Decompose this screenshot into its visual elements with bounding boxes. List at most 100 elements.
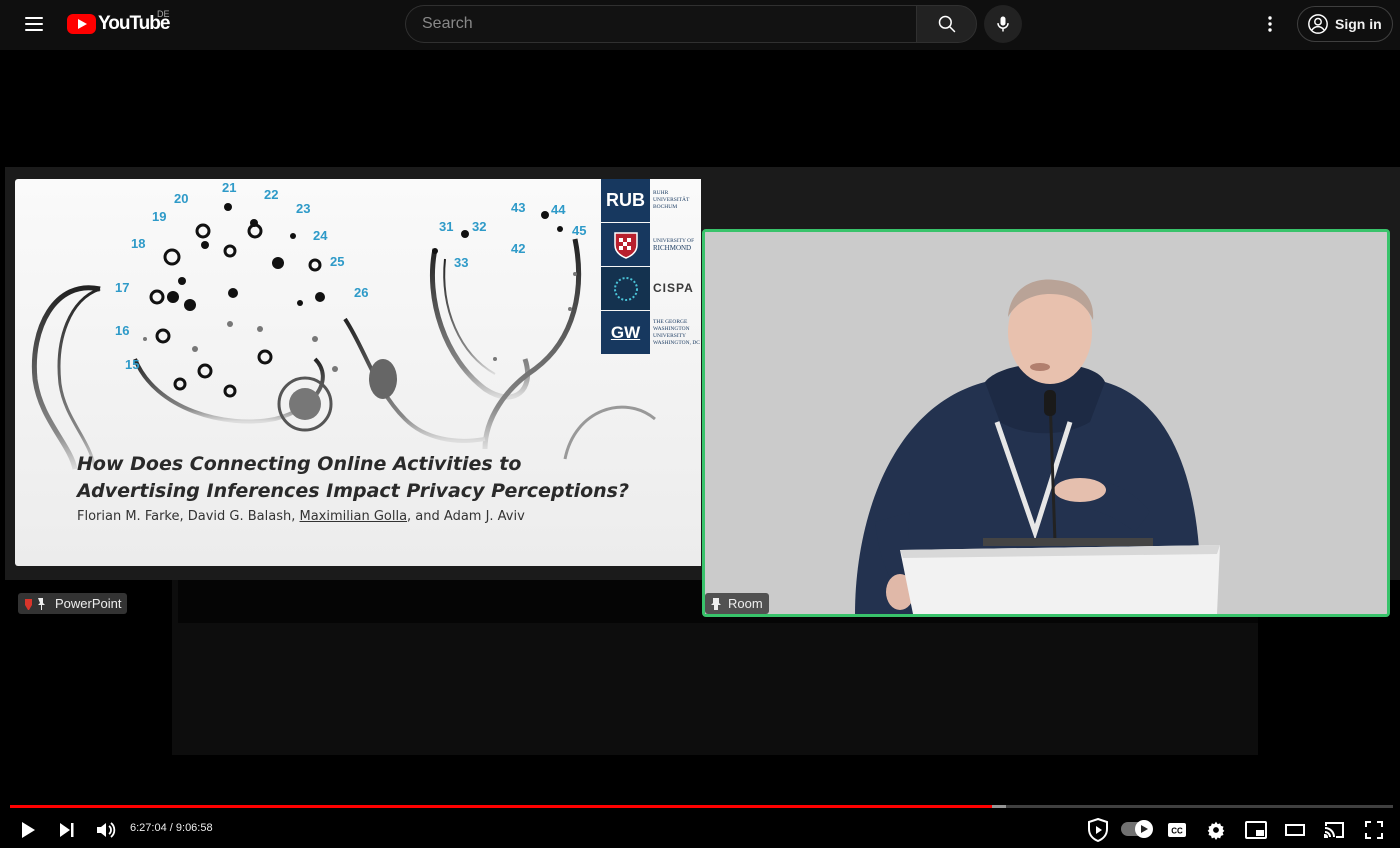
richmond-shield-icon: [601, 223, 650, 266]
sign-in-label: Sign in: [1335, 16, 1382, 32]
autoplay-knob: [1135, 820, 1153, 838]
slide-number-label: 44: [551, 202, 566, 217]
progress-bar[interactable]: [10, 805, 1393, 808]
slide-number-label: 21: [222, 180, 236, 195]
authors-text-post: , and Adam J. Aviv: [407, 509, 525, 524]
slide-number-label: 31: [439, 219, 453, 234]
guide-menu-button[interactable]: [14, 4, 54, 44]
rub-name-line: UNIVERSITÄT: [653, 197, 690, 203]
played-bar: [10, 805, 992, 808]
voice-search-button[interactable]: [984, 5, 1022, 43]
time-display: 6:27:04 / 9:06:58: [130, 822, 213, 834]
slide-number-label: 45: [572, 223, 586, 238]
cispa-name: CISPA: [653, 281, 694, 295]
speaker-camera-feed: [702, 229, 1390, 617]
play-button[interactable]: [12, 814, 44, 846]
player-controls: 6:27:04 / 9:06:58 CC: [0, 812, 1400, 848]
closed-captions-icon: CC: [1168, 823, 1186, 837]
gw-name-line: THE GEORGE: [653, 318, 688, 325]
slide-authors: Florian M. Farke, David G. Balash, Maxim…: [77, 509, 525, 524]
current-time: 6:27:04: [130, 822, 167, 834]
authors-underlined: Maximilian Golla: [299, 509, 408, 524]
slide-number-label: 19: [152, 209, 166, 224]
hamburger-icon: [25, 17, 43, 19]
slide-number-label: 43: [511, 200, 525, 215]
mute-button[interactable]: [90, 814, 122, 846]
slide-number-label: 26: [354, 285, 368, 300]
slide-number-label: 20: [174, 191, 188, 206]
slide-number-label: 23: [296, 201, 310, 216]
richmond-logo: UNIVERSITY OF RICHMOND: [601, 223, 701, 266]
richmond-name: UNIVERSITY OF RICHMOND: [650, 223, 701, 266]
masthead: YouTube DE Sign in: [0, 0, 1400, 50]
country-code: DE: [157, 9, 170, 19]
slide-number-label: 17: [115, 280, 129, 295]
richmond-name-line: RICHMOND: [653, 243, 692, 252]
next-button[interactable]: [51, 814, 83, 846]
search-input[interactable]: [405, 5, 916, 43]
search-button[interactable]: [916, 5, 977, 43]
gear-icon: [1207, 821, 1225, 840]
shield-play-icon: [1088, 818, 1108, 842]
slide-title: How Does Connecting Online Activities to…: [77, 451, 657, 505]
rub-name-line: RUHR: [653, 190, 669, 196]
slide-title-line-1: How Does Connecting Online Activities to: [77, 453, 522, 475]
cast-icon: [1324, 822, 1344, 838]
speaker-figure: [705, 232, 1387, 614]
miniplayer-icon: [1245, 821, 1267, 839]
slide-number-label: 22: [264, 187, 278, 202]
octopus-illustration: 15 16 17 18 19 20 21 22 232425 26 31 32 33 42 43 44 45: [31, 180, 656, 470]
gw-name-line: UNIVERSITY: [653, 332, 686, 339]
vertical-dots-icon: [1268, 16, 1272, 32]
gw-mark: GW: [601, 311, 650, 354]
miniplayer-button[interactable]: [1240, 814, 1272, 846]
microphone-icon: [997, 16, 1009, 32]
pin-icon: [25, 597, 45, 610]
powerpoint-source-tag: PowerPoint: [18, 593, 128, 614]
hamburger-icon-bar: [25, 23, 43, 25]
sign-in-button[interactable]: Sign in: [1297, 6, 1393, 42]
university-logos: RUB RUHR UNIVERSITÄT BOCHUM UNIVERSITY O…: [601, 179, 701, 354]
subtitles-button[interactable]: CC: [1161, 814, 1193, 846]
slide-number-label: 42: [511, 241, 525, 256]
svg-text:CC: CC: [1171, 827, 1183, 836]
gw-name: THE GEORGE WASHINGTON UNIVERSITY WASHING…: [650, 311, 701, 354]
play-icon: [22, 822, 35, 838]
pin-icon: [711, 597, 721, 610]
settings-button[interactable]: [1200, 814, 1232, 846]
slide-number-label: 18: [131, 236, 145, 251]
fullscreen-button[interactable]: [1358, 814, 1390, 846]
gw-name-line: WASHINGTON: [653, 325, 690, 332]
room-tag-label: Room: [728, 596, 763, 611]
search-box: [405, 5, 977, 43]
cast-button[interactable]: [1318, 814, 1350, 846]
premium-button[interactable]: [1082, 814, 1114, 846]
skip-next-icon: [60, 823, 74, 837]
slide-number-label: 24: [313, 228, 328, 243]
room-source-tag: Room: [705, 593, 769, 614]
play-icon: [1141, 825, 1148, 833]
theater-mode-icon: [1285, 824, 1305, 836]
youtube-play-logo-icon: [67, 14, 96, 34]
rub-name: RUHR UNIVERSITÄT BOCHUM: [650, 179, 701, 222]
fullscreen-icon: [1365, 821, 1383, 839]
volume-icon: [97, 822, 116, 838]
account-circle-icon: [1308, 14, 1328, 34]
gw-logo: GW THE GEORGE WASHINGTON UNIVERSITY WASH…: [601, 311, 701, 354]
rub-mark: RUB: [601, 179, 650, 222]
hamburger-icon-bar: [25, 29, 43, 31]
time-separator: /: [169, 822, 173, 834]
gw-name-line: WASHINGTON, DC: [653, 339, 700, 346]
powerpoint-tag-label: PowerPoint: [55, 596, 122, 611]
cispa-logo: CISPA: [601, 267, 701, 310]
theater-mode-button[interactable]: [1279, 814, 1311, 846]
youtube-logo[interactable]: YouTube: [67, 12, 170, 36]
cispa-ring-icon: [601, 267, 650, 310]
slide-title-line-2: Advertising Inferences Impact Privacy Pe…: [77, 480, 629, 502]
rub-name-line: BOCHUM: [653, 204, 678, 210]
autoplay-toggle[interactable]: [1121, 820, 1153, 838]
slide-number-label: 32: [472, 219, 486, 234]
search-icon: [938, 15, 955, 33]
settings-more-button[interactable]: [1255, 6, 1285, 42]
duration: 9:06:58: [175, 822, 213, 834]
